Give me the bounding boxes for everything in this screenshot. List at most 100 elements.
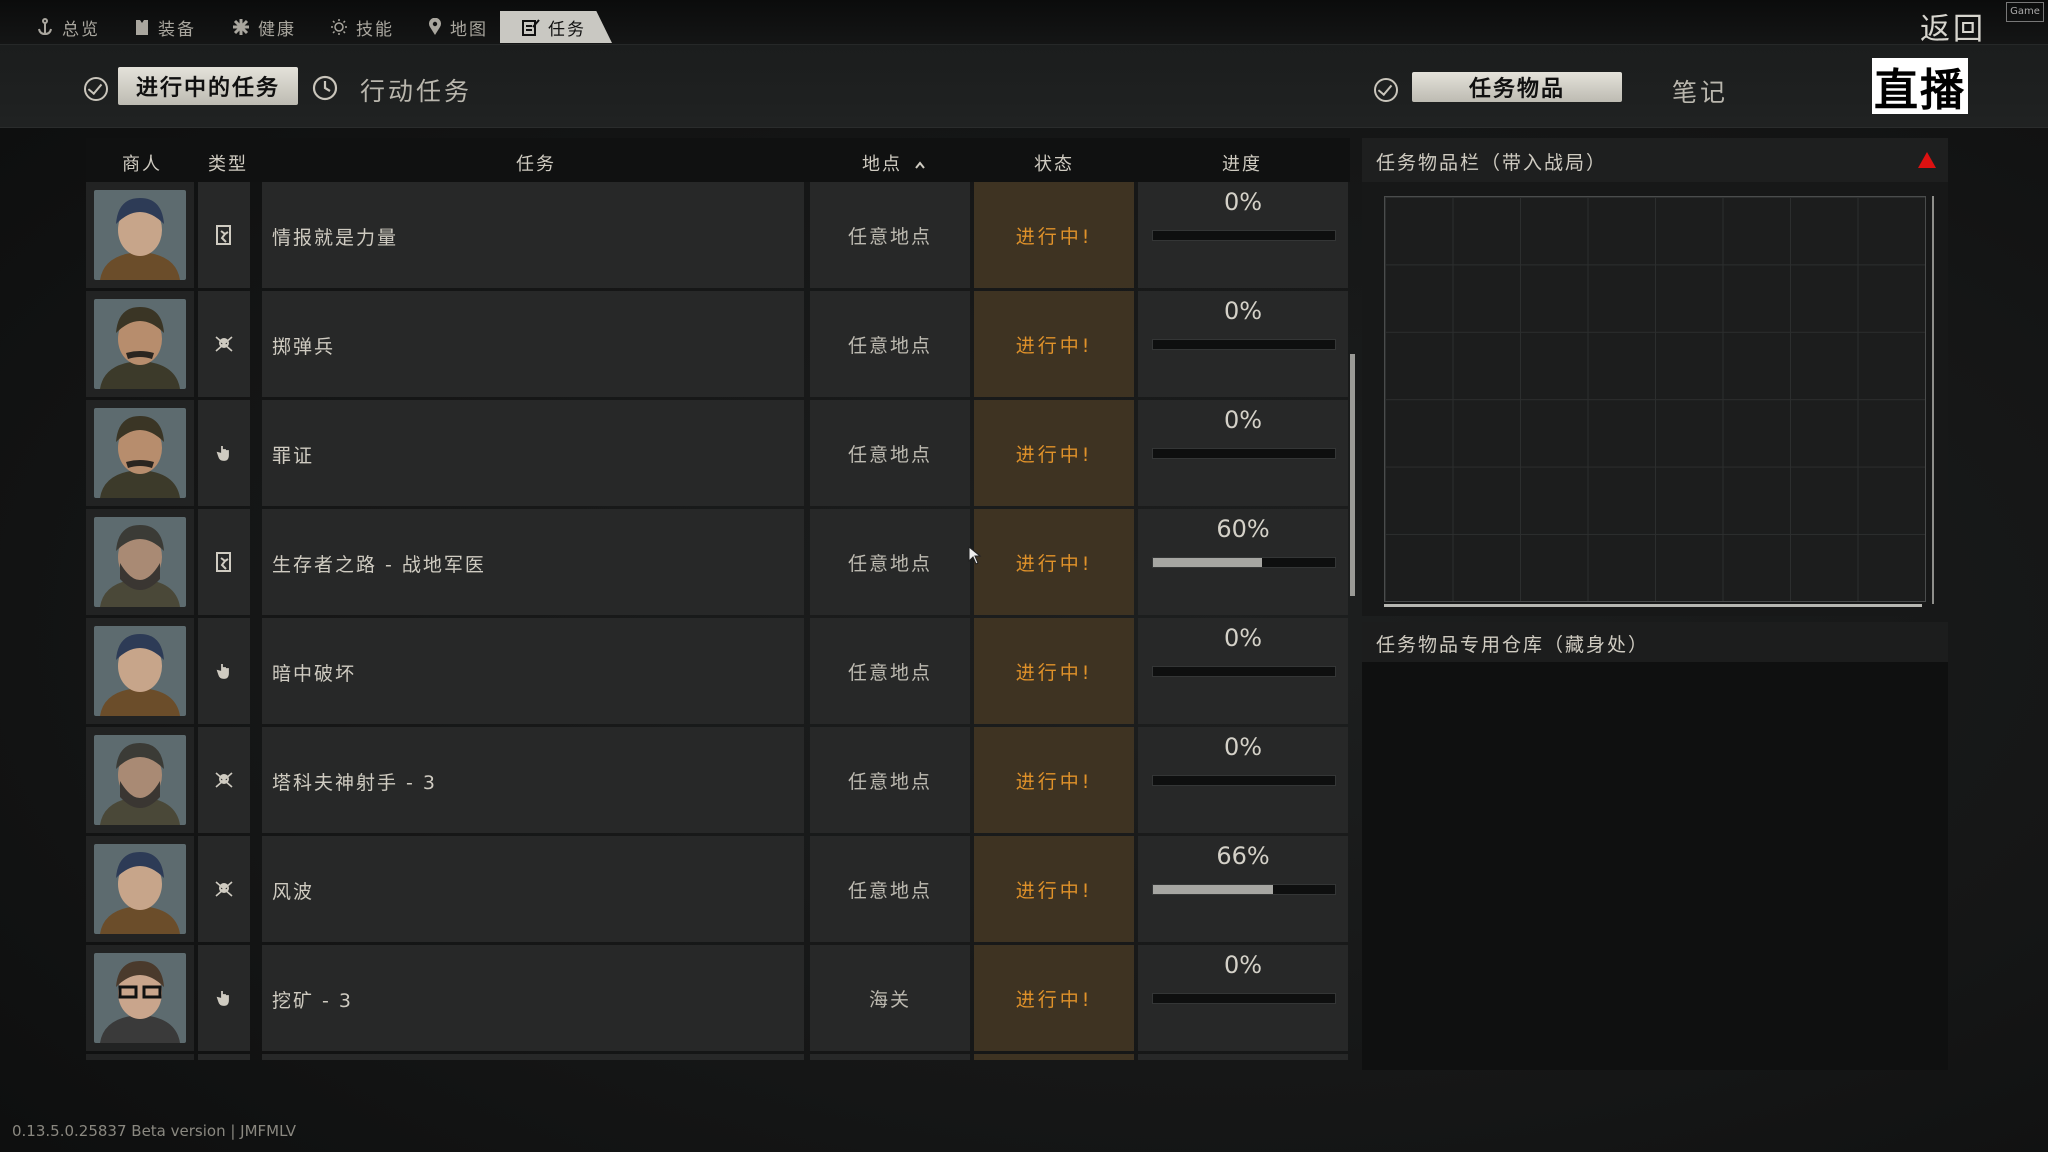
progress-cell: 0% (1138, 727, 1348, 833)
quest-location: 任意地点 (810, 400, 970, 506)
skull-icon (214, 880, 234, 898)
trader-avatar (94, 408, 186, 498)
tab-overview[interactable]: 总览 (36, 12, 100, 42)
sort-asc-icon (914, 161, 925, 169)
quest-name-cell[interactable]: 挖矿 - 3 (262, 945, 804, 1051)
active-quests-tab[interactable]: 进行中的任务 (118, 67, 298, 105)
quest-name-cell[interactable]: 罪证 (262, 400, 804, 506)
col-location[interactable]: 地点 (862, 150, 926, 176)
grid-scrollbar[interactable] (1932, 196, 1934, 604)
table-row[interactable]: 暗中破坏 任意地点 进行中! 0% (86, 618, 1350, 724)
tab-label: 技能 (356, 19, 394, 40)
hand-icon (216, 989, 232, 1007)
col-status[interactable]: 状态 (1034, 150, 1074, 176)
back-button[interactable]: 返回 (1920, 4, 1986, 48)
progress-percent: 0% (1223, 188, 1263, 216)
tab-skills[interactable]: 技能 (330, 12, 394, 42)
table-row[interactable]: 风波 任意地点 进行中! 66% (86, 836, 1350, 942)
quest-type-cell (198, 400, 250, 506)
hand-icon (216, 444, 232, 462)
quest-name: 生存者之路 - 战地军医 (272, 554, 486, 576)
table-row[interactable]: 掷弹兵 任意地点 进行中! 0% (86, 291, 1350, 397)
trader-avatar (94, 517, 186, 607)
trader-cell[interactable] (86, 945, 194, 1051)
trader-avatar (94, 953, 186, 1043)
quest-type-cell (198, 182, 250, 288)
corner-badge: Game (2006, 2, 2044, 22)
progress-bar (1152, 230, 1336, 241)
table-scrollbar[interactable] (1350, 354, 1355, 596)
status-badge: 进行中! (974, 509, 1134, 615)
quest-location: 任意地点 (810, 509, 970, 615)
trader-cell[interactable] (86, 618, 194, 724)
table-row[interactable]: 塔科夫神射手 - 3 任意地点 进行中! 0% (86, 727, 1350, 833)
grid-hscrollbar[interactable] (1384, 604, 1922, 607)
quest-name: 情报就是力量 (272, 227, 399, 249)
status-badge: 进行中! (974, 291, 1134, 397)
skull-icon (214, 771, 234, 789)
table-row[interactable]: 罪证 任意地点 进行中! 0% (86, 400, 1350, 506)
quest-type-cell (198, 509, 250, 615)
task-icon (522, 19, 540, 36)
quest-name: 塔科夫神射手 - 3 (272, 772, 438, 794)
sun-icon (331, 19, 347, 35)
table-row[interactable]: 挖矿 - 3 海关 进行中! 0% (86, 945, 1350, 1051)
warning-icon (1918, 152, 1936, 168)
tab-map[interactable]: 地图 (428, 12, 488, 42)
progress-bar (1152, 448, 1336, 459)
col-trader[interactable]: 商人 (122, 150, 162, 176)
quest-name-cell[interactable]: 塔科夫神射手 - 3 (262, 727, 804, 833)
progress-cell: 66% (1138, 836, 1348, 942)
trader-avatar (94, 626, 186, 716)
table-row[interactable]: 生存者之路 - 战地军医 任意地点 进行中! 60% (86, 509, 1350, 615)
status-badge: 进行中! (974, 727, 1134, 833)
status-badge: 进行中! (974, 182, 1134, 288)
quest-items-tab[interactable]: 任务物品 (1412, 72, 1622, 102)
trader-cell[interactable] (86, 291, 194, 397)
check-circle-icon (84, 77, 108, 101)
col-progress[interactable]: 进度 (1222, 150, 1262, 176)
trader-avatar (94, 299, 186, 389)
quest-name: 风波 (272, 881, 315, 903)
tab-gear[interactable]: 装备 (134, 12, 196, 42)
trader-cell[interactable] (86, 836, 194, 942)
col-task[interactable]: 任务 (516, 150, 556, 176)
tab-health[interactable]: 健康 (232, 12, 296, 42)
trader-cell[interactable] (86, 727, 194, 833)
trader-cell[interactable] (86, 400, 194, 506)
quest-subnav: 进行中的任务 行动任务 任务物品 笔记 (0, 45, 2048, 128)
notes-tab[interactable]: 笔记 (1672, 73, 1728, 109)
exit-icon (215, 224, 233, 246)
tab-tasks[interactable]: 任务 (500, 11, 612, 43)
stash-title: 任务物品专用仓库（藏身处） (1376, 634, 1650, 656)
table-row-partial[interactable] (86, 1054, 1350, 1060)
quest-name-cell[interactable]: 掷弹兵 (262, 291, 804, 397)
table-row[interactable]: 情报就是力量 任意地点 进行中! 0% (86, 182, 1350, 288)
progress-cell: 60% (1138, 509, 1348, 615)
live-button[interactable]: 直播 (1872, 58, 1968, 116)
progress-bar (1152, 993, 1336, 1004)
trader-cell[interactable] (86, 182, 194, 288)
quest-name-cell[interactable]: 暗中破坏 (262, 618, 804, 724)
quest-name-cell[interactable]: 风波 (262, 836, 804, 942)
progress-bar (1152, 775, 1336, 786)
progress-cell: 0% (1138, 291, 1348, 397)
quest-type-cell (198, 291, 250, 397)
check-circle-icon (1374, 78, 1398, 102)
quest-name-cell[interactable]: 情报就是力量 (262, 182, 804, 288)
progress-percent: 66% (1216, 842, 1270, 870)
progress-percent: 0% (1223, 624, 1263, 652)
clock-icon (312, 75, 338, 101)
quest-name: 挖矿 - 3 (272, 990, 354, 1012)
quest-name-cell[interactable]: 生存者之路 - 战地军医 (262, 509, 804, 615)
col-type[interactable]: 类型 (208, 150, 248, 176)
trader-avatar (94, 190, 186, 280)
quest-items-grid[interactable] (1384, 196, 1926, 602)
trader-cell[interactable] (86, 509, 194, 615)
quest-table: 商人 类型 任务 地点 状态 进度 情报就是力量 任意地点 进行中! 0% 掷弹兵 任意地… (86, 138, 1350, 1060)
operational-quests-tab[interactable]: 行动任务 (360, 72, 472, 108)
quest-name: 掷弹兵 (272, 336, 336, 358)
top-nav-bar: 总览 装备 健康 技能 地图 任务 返回 Game (0, 0, 2048, 48)
quest-type-cell (198, 836, 250, 942)
exit-icon (215, 551, 233, 573)
